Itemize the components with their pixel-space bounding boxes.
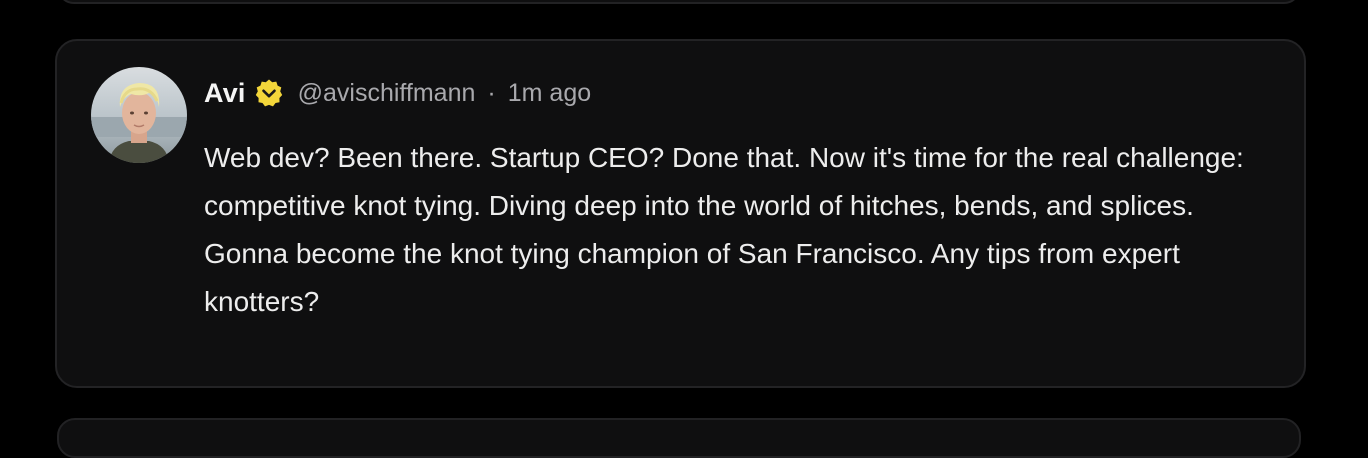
- avatar[interactable]: [91, 67, 187, 163]
- post-card[interactable]: Avi @avischiffmann · 1m ago Web dev? Bee…: [55, 39, 1306, 388]
- post-header: Avi @avischiffmann · 1m ago: [204, 73, 591, 113]
- avatar-photo: [91, 67, 187, 163]
- meta-separator: ·: [487, 78, 496, 107]
- post-text: Web dev? Been there. Startup CEO? Done t…: [204, 142, 1244, 317]
- previous-post-card: [57, 0, 1301, 4]
- verified-badge-icon: [254, 78, 284, 108]
- post-timestamp[interactable]: 1m ago: [508, 79, 591, 108]
- next-post-card: [57, 418, 1301, 458]
- author-name[interactable]: Avi: [204, 78, 246, 109]
- author-handle[interactable]: @avischiffmann: [298, 79, 476, 108]
